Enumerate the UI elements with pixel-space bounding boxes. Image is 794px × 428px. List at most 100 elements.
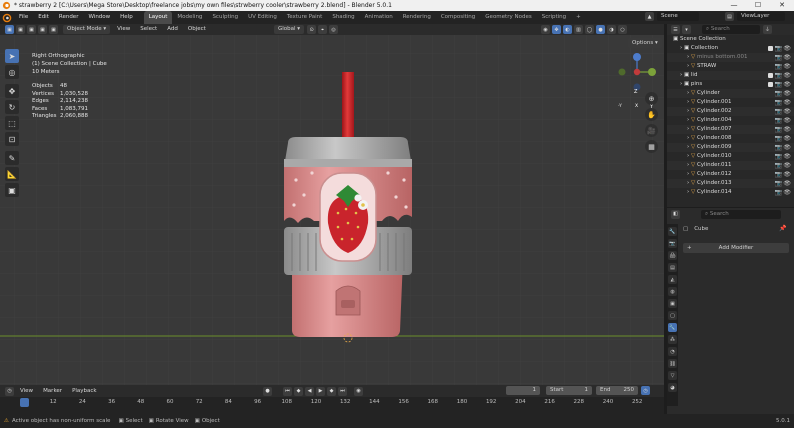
camera-view-icon[interactable]: 🎥 [645,124,658,137]
add-cube-tool-icon[interactable]: ▣ [5,183,19,197]
visibility-eye-icon[interactable]: 👁 [783,161,791,170]
outliner-row-scene-collection[interactable]: ▣ Scene Collection [667,35,794,44]
auto-keying-icon[interactable]: ● [263,386,272,396]
tab-texture-paint[interactable]: Texture Paint [282,11,328,24]
start-frame-field[interactable]: Start 1 [546,386,592,395]
play-icon[interactable]: ▶ [316,386,325,396]
visibility-eye-icon[interactable]: 👁 [783,188,791,197]
visibility-eye-icon[interactable]: 👁 [783,107,791,116]
outliner-row[interactable]: › ▽ Cylinder.011 👁 📷 [667,161,794,170]
properties-search-input[interactable]: ⌕ Search [701,209,781,219]
visibility-eye-icon[interactable]: 👁 [783,179,791,188]
tab-geometry-nodes[interactable]: Geometry Nodes [480,11,536,24]
scale-tool-icon[interactable]: ⬚ [5,116,19,130]
timeline-menu-view[interactable]: View [15,386,38,397]
tab-sculpting[interactable]: Sculpting [207,11,243,24]
outliner-search-input[interactable]: ⌕ Search [702,25,760,34]
render-camera-icon[interactable]: 📷 [775,107,782,116]
view-layer-tab-icon[interactable]: ▤ [668,263,677,272]
select-invert-icon[interactable]: ▣ [38,25,47,34]
blender-menu-icon[interactable] [2,13,12,23]
render-camera-icon[interactable]: 📷 [775,71,782,80]
outliner-row[interactable]: › ▽ Cylinder.007 👁 📷 [667,125,794,134]
timeline-editor-icon[interactable]: ◷ [5,386,14,396]
menu-render[interactable]: Render [54,11,84,24]
play-reverse-icon[interactable]: ◀ [305,386,314,396]
output-tab-icon[interactable]: 🖨 [668,251,677,260]
physics-tab-icon[interactable]: ◔ [668,347,677,356]
xray-icon[interactable]: ▥ [574,25,583,34]
jump-start-icon[interactable]: ⏮ [283,386,292,396]
visibility-eye-icon[interactable]: 👁 [783,71,791,80]
pivot-point-icon[interactable]: ⊙ [307,25,317,34]
render-camera-icon[interactable]: 📷 [775,116,782,125]
visibility-eye-icon[interactable]: 👁 [783,116,791,125]
overlay-toggle-icon[interactable]: ◐ [563,25,572,34]
render-camera-icon[interactable]: 📷 [775,179,782,188]
outliner-row[interactable]: › ▽ minus bottom.001 👁 📷 [667,53,794,62]
tab-layout[interactable]: Layout [143,11,173,24]
outliner-row[interactable]: › ▽ Cylinder.013 👁 📷 [667,179,794,188]
annotate-tool-icon[interactable]: ✎ [5,151,19,165]
visibility-eye-icon[interactable]: 👁 [783,80,791,89]
select-box-icon[interactable]: ▣ [5,25,14,34]
outliner-row[interactable]: › ▽ Cylinder.001 👁 📷 [667,98,794,107]
render-camera-icon[interactable]: 📷 [775,125,782,134]
material-tab-icon[interactable]: ◕ [668,383,677,392]
collection-tab-icon[interactable]: ▣ [668,299,677,308]
outliner-row[interactable]: › ▽ Cylinder.010 👁 📷 [667,152,794,161]
snap-icon[interactable]: ⌖ [318,25,328,34]
select-intersect-icon[interactable]: ▣ [49,25,58,34]
minimize-button[interactable]: — [722,0,746,11]
solid-shading-icon[interactable]: ● [596,25,605,34]
outliner-row[interactable]: › ▽ Cylinder.004 👁 📷 [667,116,794,125]
menu-object[interactable]: Object [183,24,211,35]
outliner-row[interactable]: › ▽ Cylinder.008 👁 📷 [667,134,794,143]
tab-animation[interactable]: Animation [360,11,398,24]
visibility-eye-icon[interactable]: 👁 [783,125,791,134]
render-camera-icon[interactable]: 📷 [775,188,782,197]
exclude-checkbox[interactable] [768,73,773,78]
outliner-row[interactable]: › ▽ STRAW 👁 📷 [667,62,794,71]
tab-uv-editing[interactable]: UV Editing [243,11,282,24]
data-tab-icon[interactable]: ▽ [668,371,677,380]
timeline-ruler[interactable]: 1122436486072849610812013214415616818019… [0,397,664,414]
next-keyframe-icon[interactable]: ◆ [327,386,336,396]
render-camera-icon[interactable]: 📷 [775,143,782,152]
constraints-tab-icon[interactable]: ⛓ [668,359,677,368]
outliner-row[interactable]: › ▽ Cylinder.002 👁 📷 [667,107,794,116]
visibility-eye-icon[interactable]: 👁 [783,98,791,107]
menu-add[interactable]: Add [162,24,183,35]
timeline-clock-icon[interactable]: ◷ [641,386,650,395]
render-camera-icon[interactable]: 📷 [775,53,782,62]
pan-hand-icon[interactable]: ✋ [645,108,658,121]
cursor-tool-icon[interactable]: ◎ [5,65,19,79]
visibility-eye-icon[interactable]: 👁 [783,143,791,152]
rendered-shading-icon[interactable]: ○ [618,25,627,34]
outliner-row[interactable]: › ▣ pins 👁 📷 [667,80,794,89]
tab-shading[interactable]: Shading [327,11,359,24]
material-shading-icon[interactable]: ◑ [607,25,616,34]
select-subtract-icon[interactable]: ▣ [27,25,36,34]
wireframe-shading-icon[interactable]: ◯ [585,25,594,34]
outliner-row[interactable]: › ▽ Cylinder.012 👁 📷 [667,170,794,179]
move-tool-icon[interactable]: ✥ [5,84,19,98]
exclude-checkbox[interactable] [768,82,773,87]
pin-icon[interactable]: 📌 [779,225,786,232]
render-camera-icon[interactable]: 📷 [775,170,782,179]
gizmo-toggle-icon[interactable]: ✥ [552,25,561,34]
menu-view[interactable]: View [112,24,135,35]
properties-editor-icon[interactable]: ◧ [671,209,680,219]
outliner-row[interactable]: › ▽ Cylinder.014 👁 📷 [667,188,794,197]
select-extend-icon[interactable]: ▣ [16,25,25,34]
close-button[interactable]: ✕ [770,0,794,11]
menu-help[interactable]: Help [115,11,138,24]
menu-file[interactable]: File [14,11,33,24]
modifier-tab-icon[interactable]: 🔧 [668,323,677,332]
mode-selector[interactable]: Object Mode ▾ [63,25,111,34]
render-camera-icon[interactable]: 📷 [775,62,782,71]
filter-icon[interactable]: ⏚ [763,25,772,34]
scene-selector[interactable]: Scene [657,12,699,21]
visibility-eye-icon[interactable]: 👁 [783,89,791,98]
select-tool-icon[interactable]: ➤ [5,49,19,63]
